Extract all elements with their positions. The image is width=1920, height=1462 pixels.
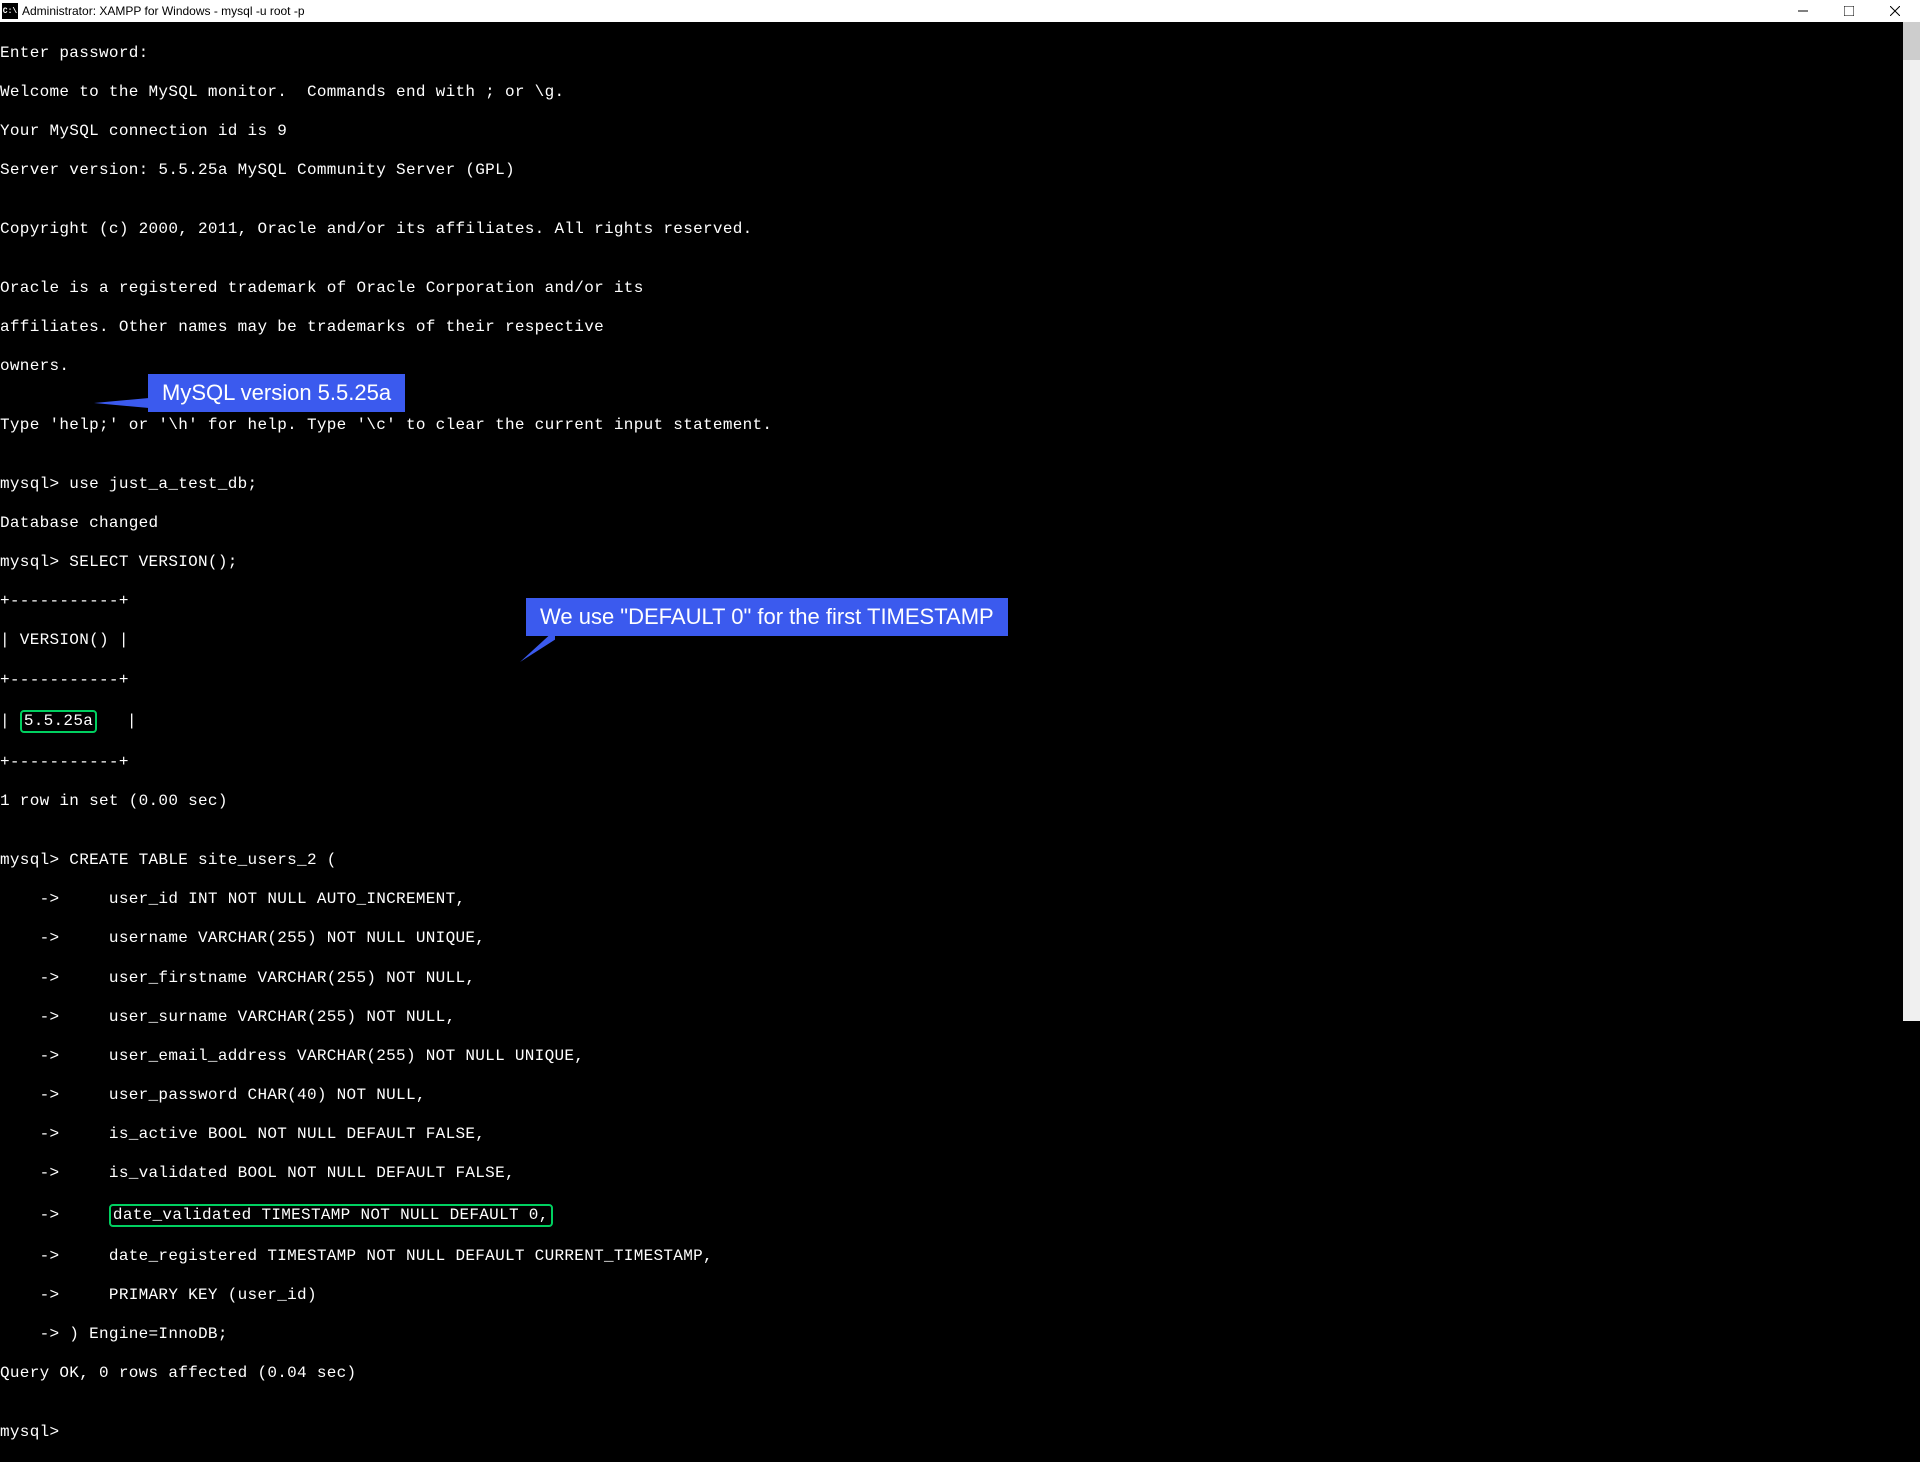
terminal-line: +-----------+: [0, 671, 1920, 691]
terminal-line: -> user_password CHAR(40) NOT NULL,: [0, 1086, 1920, 1106]
window-titlebar: C:\ Administrator: XAMPP for Windows - m…: [0, 0, 1920, 22]
terminal-content[interactable]: Enter password: Welcome to the MySQL mon…: [0, 22, 1920, 1462]
terminal-line: affiliates. Other names may be trademark…: [0, 318, 1920, 338]
terminal-line: mysql> SELECT VERSION();: [0, 553, 1920, 573]
terminal-line: Server version: 5.5.25a MySQL Community …: [0, 161, 1920, 181]
terminal-line: -> user_id INT NOT NULL AUTO_INCREMENT,: [0, 890, 1920, 910]
terminal-line: -> user_firstname VARCHAR(255) NOT NULL,: [0, 969, 1920, 989]
window-title: Administrator: XAMPP for Windows - mysql…: [22, 4, 1780, 18]
terminal-line: Type 'help;' or '\h' for help. Type '\c'…: [0, 416, 1920, 436]
terminal-line: -> ) Engine=InnoDB;: [0, 1325, 1920, 1345]
terminal-line: -> date_validated TIMESTAMP NOT NULL DEF…: [0, 1204, 1920, 1228]
minimize-button[interactable]: [1780, 0, 1826, 22]
maximize-button[interactable]: [1826, 0, 1872, 22]
terminal-line: | 5.5.25a |: [0, 710, 1920, 734]
terminal-line: 1 row in set (0.00 sec): [0, 792, 1920, 812]
terminal-line: -> PRIMARY KEY (user_id): [0, 1286, 1920, 1306]
scrollbar-thumb[interactable]: [1903, 22, 1920, 60]
terminal-line: -> is_active BOOL NOT NULL DEFAULT FALSE…: [0, 1125, 1920, 1145]
window-controls: [1780, 0, 1918, 22]
terminal-line: -> username VARCHAR(255) NOT NULL UNIQUE…: [0, 929, 1920, 949]
terminal-line: Your MySQL connection id is 9: [0, 122, 1920, 142]
close-button[interactable]: [1872, 0, 1918, 22]
annotation-version: MySQL version 5.5.25a: [148, 374, 405, 412]
annotation-timestamp: We use "DEFAULT 0" for the first TIMESTA…: [526, 598, 1008, 636]
terminal-line: -> user_surname VARCHAR(255) NOT NULL,: [0, 1008, 1920, 1028]
version-highlight: 5.5.25a: [20, 710, 97, 734]
terminal-line: +-----------+: [0, 753, 1920, 773]
terminal-line: Database changed: [0, 514, 1920, 534]
terminal-line: Welcome to the MySQL monitor. Commands e…: [0, 83, 1920, 103]
terminal-line: -> user_email_address VARCHAR(255) NOT N…: [0, 1047, 1920, 1067]
terminal-line: -> date_registered TIMESTAMP NOT NULL DE…: [0, 1247, 1920, 1267]
timestamp-highlight: date_validated TIMESTAMP NOT NULL DEFAUL…: [109, 1204, 553, 1228]
terminal-line: Oracle is a registered trademark of Orac…: [0, 279, 1920, 299]
terminal-line: -> is_validated BOOL NOT NULL DEFAULT FA…: [0, 1164, 1920, 1184]
terminal-line: mysql>: [0, 1423, 1920, 1443]
vertical-scrollbar[interactable]: [1903, 22, 1920, 1021]
terminal-line: Enter password:: [0, 44, 1920, 64]
terminal-line: mysql> CREATE TABLE site_users_2 (: [0, 851, 1920, 871]
terminal-line: Query OK, 0 rows affected (0.04 sec): [0, 1364, 1920, 1384]
terminal-line: mysql> use just_a_test_db;: [0, 475, 1920, 495]
terminal-icon: C:\: [2, 3, 18, 19]
terminal-line: Copyright (c) 2000, 2011, Oracle and/or …: [0, 220, 1920, 240]
